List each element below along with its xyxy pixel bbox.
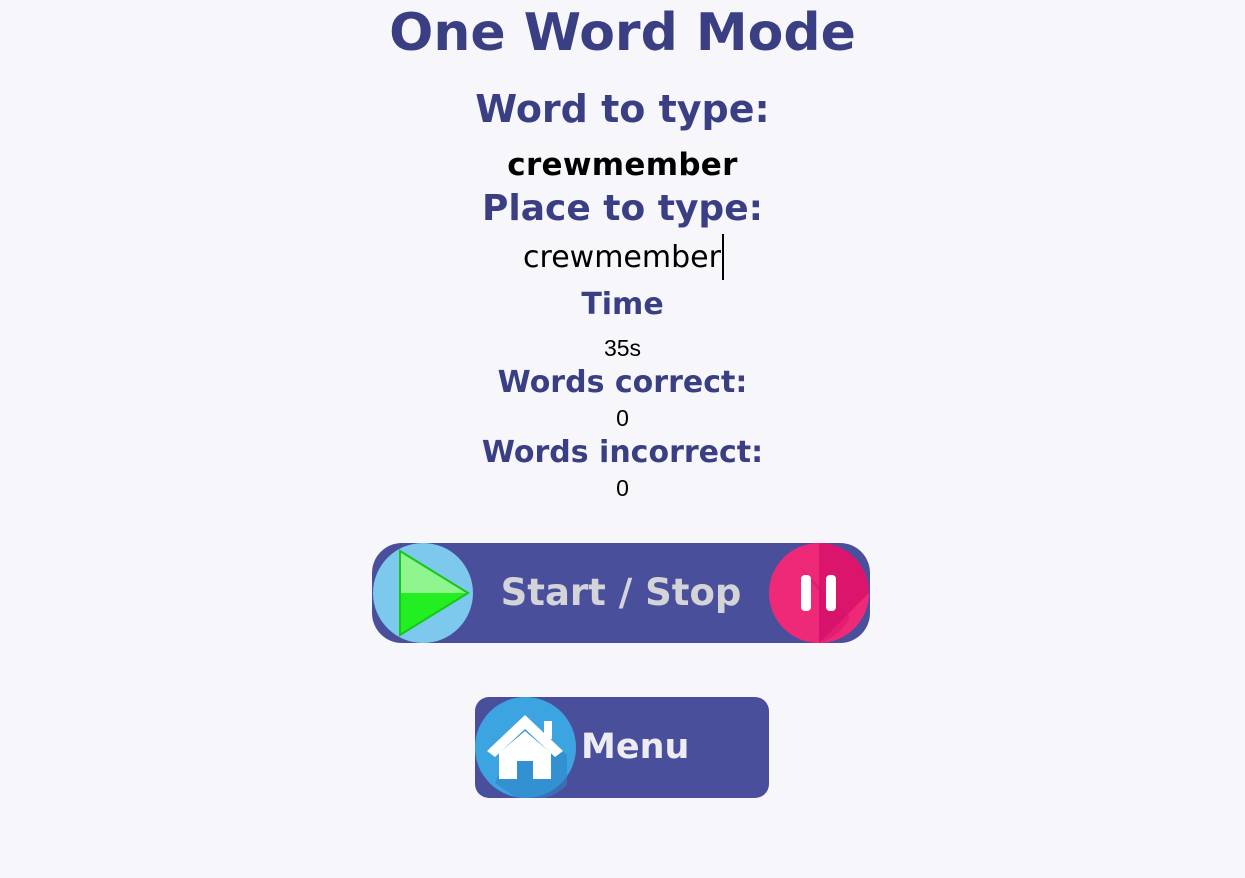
play-icon — [373, 543, 473, 643]
target-word: crewmember — [507, 147, 738, 183]
place-to-type-label: Place to type: — [481, 188, 764, 229]
menu-button[interactable]: Menu — [475, 697, 769, 798]
pause-icon — [769, 543, 869, 643]
menu-label: Menu — [581, 727, 690, 767]
typing-input[interactable] — [452, 234, 792, 280]
start-stop-button[interactable]: Start / Stop — [372, 543, 870, 643]
words-incorrect-value: 0 — [616, 475, 629, 501]
home-icon — [475, 697, 576, 798]
page-title: One Word Mode — [389, 3, 856, 63]
time-value: 35s — [603, 335, 642, 361]
text-caret — [722, 234, 724, 280]
words-correct-value: 0 — [616, 405, 629, 431]
words-incorrect-label: Words incorrect: — [481, 435, 764, 470]
words-correct-label: Words correct: — [497, 365, 748, 400]
time-label: Time — [581, 287, 664, 322]
one-word-mode-page: One Word Mode Word to type: crewmember P… — [0, 0, 1245, 878]
word-to-type-label: Word to type: — [475, 87, 770, 131]
start-stop-label: Start / Stop — [500, 571, 742, 614]
